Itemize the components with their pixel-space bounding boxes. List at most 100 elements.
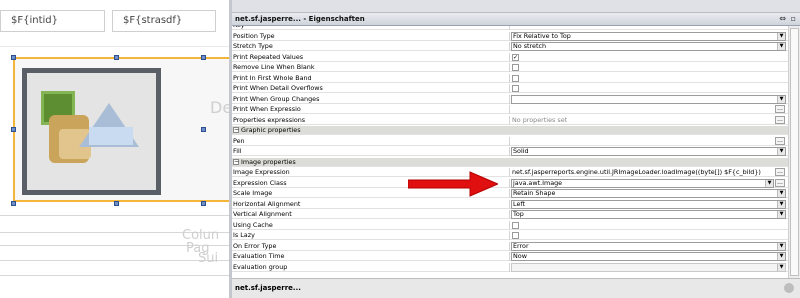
property-value-cell[interactable]: ... xyxy=(509,136,788,146)
property-row[interactable]: Evaluation Time Now ▼ xyxy=(232,252,788,261)
field-intid[interactable]: $F{intid} xyxy=(0,10,105,32)
value-dropdown[interactable]: No stretch ▼ xyxy=(511,42,786,51)
property-value-cell[interactable]: java.awt.Image ▼... xyxy=(509,178,788,188)
property-value-cell[interactable] xyxy=(509,26,788,30)
property-row[interactable]: Fill Solid ▼ xyxy=(232,147,788,156)
chevron-down-icon[interactable]: ▼ xyxy=(777,190,785,197)
value-dropdown[interactable]: Now ▼ xyxy=(511,252,786,261)
property-row[interactable]: Position Type Fix Relative to Top ▼ xyxy=(232,31,788,41)
property-row[interactable]: On Error Type Error ▼ xyxy=(232,241,788,251)
chevron-down-icon[interactable]: ▼ xyxy=(777,200,785,208)
property-row[interactable]: Vertical Alignment Top ▼ xyxy=(232,210,788,219)
property-row[interactable]: Is Lazy xyxy=(232,231,788,240)
property-value-cell[interactable]: ✓ xyxy=(509,52,788,62)
chevron-down-icon[interactable]: ▼ xyxy=(777,95,785,103)
property-row[interactable]: Print When Expressio... xyxy=(232,105,788,114)
property-value-cell[interactable]: Now ▼ xyxy=(509,252,788,261)
property-value-cell[interactable]: Left ▼ xyxy=(509,199,788,209)
chevron-down-icon[interactable]: ▼ xyxy=(777,242,785,250)
property-row[interactable]: Pen... xyxy=(232,136,788,146)
chevron-down-icon[interactable]: ▼ xyxy=(777,148,785,155)
property-row[interactable]: Expression Class java.awt.Image ▼... xyxy=(232,178,788,188)
property-row[interactable]: Print Repeated Values ✓ xyxy=(232,52,788,62)
property-value-cell[interactable]: No properties set... xyxy=(509,115,788,125)
ellipsis-button[interactable]: ... xyxy=(775,168,785,176)
report-design-canvas[interactable]: $F{intid} $F{strasdf} De Colun Pag Sui xyxy=(0,0,229,298)
property-value-cell[interactable]: Error ▼ xyxy=(509,241,788,251)
ellipsis-button[interactable]: ... xyxy=(775,115,785,124)
property-row[interactable]: Image Expression net.sf.jasperreports.eng… xyxy=(232,168,788,177)
property-value-cell[interactable]: ▼ xyxy=(509,94,788,104)
vertical-scrollbar[interactable] xyxy=(788,26,800,278)
property-value-cell[interactable] xyxy=(509,220,788,230)
property-row[interactable]: Horizontal Alignment Left ▼ xyxy=(232,199,788,209)
property-row[interactable]: Using Cache xyxy=(232,220,788,230)
property-value-cell[interactable] xyxy=(509,231,788,240)
property-value-cell[interactable]: ▼ xyxy=(509,262,788,272)
image-element[interactable] xyxy=(13,57,229,202)
ellipsis-button[interactable]: ... xyxy=(775,178,785,187)
property-value-cell[interactable] xyxy=(509,84,788,93)
property-value-cell[interactable]: Solid ▼ xyxy=(509,147,788,156)
value-dropdown[interactable]: Fix Relative to Top ▼ xyxy=(511,31,786,41)
chevron-down-icon[interactable]: ▼ xyxy=(777,211,785,218)
property-value-cell[interactable]: Top ▼ xyxy=(509,210,788,219)
property-category[interactable]: − Image properties xyxy=(232,157,788,167)
property-value-cell[interactable] xyxy=(509,63,788,72)
resize-handle-bottom-left[interactable] xyxy=(11,201,16,206)
value-dropdown[interactable]: Top ▼ xyxy=(511,210,786,219)
property-row[interactable]: Print In First Whole Band xyxy=(232,73,788,83)
property-name: Print When Group Changes xyxy=(233,95,509,104)
maximize-icon[interactable]: ⇔ xyxy=(779,14,786,23)
property-row[interactable]: Print When Detail Overflows xyxy=(232,84,788,93)
resize-handle-bottom[interactable] xyxy=(114,201,119,206)
checkbox[interactable] xyxy=(512,85,519,92)
resize-handle-top-left[interactable] xyxy=(11,55,16,60)
chevron-down-icon[interactable]: ▼ xyxy=(765,179,773,187)
property-label: Stretch Type xyxy=(233,42,273,50)
property-row[interactable]: Stretch Type No stretch ▼ xyxy=(232,42,788,51)
ellipsis-button[interactable]: ... xyxy=(775,136,785,145)
value-dropdown[interactable]: Left ▼ xyxy=(511,199,786,209)
resize-handle-left[interactable] xyxy=(11,127,16,132)
property-category[interactable]: − Graphic properties xyxy=(232,126,788,135)
property-value-cell[interactable]: net.sf.jasperreports.engine.util.JRImage… xyxy=(509,168,788,177)
value-dropdown[interactable]: Retain Shape ▼ xyxy=(511,189,786,198)
property-row[interactable]: Print When Group Changes ▼ xyxy=(232,94,788,104)
value-dropdown[interactable]: ▼ xyxy=(511,262,786,272)
chevron-down-icon[interactable]: ▼ xyxy=(777,32,785,40)
help-icon[interactable] xyxy=(784,283,794,293)
chevron-down-icon[interactable]: ▼ xyxy=(777,253,785,260)
collapse-icon[interactable]: − xyxy=(233,127,239,133)
property-row[interactable]: Properties expressions No properties set.… xyxy=(232,115,788,125)
chevron-down-icon[interactable]: ▼ xyxy=(777,43,785,50)
property-row[interactable]: Scale Image Retain Shape ▼ xyxy=(232,189,788,198)
ellipsis-button[interactable]: ... xyxy=(775,105,785,113)
collapse-icon[interactable]: − xyxy=(233,158,239,165)
scrollbar-thumb[interactable] xyxy=(790,28,799,276)
property-value-cell[interactable]: ... xyxy=(509,105,788,114)
checkbox[interactable] xyxy=(512,221,519,229)
field-strasdf[interactable]: $F{strasdf} xyxy=(112,10,216,32)
property-row[interactable]: Remove Line When Blank xyxy=(232,63,788,72)
resize-handle-top-right[interactable] xyxy=(201,55,206,60)
resize-handle-bottom-right[interactable] xyxy=(201,201,206,206)
resize-handle-top[interactable] xyxy=(114,55,119,60)
property-value-cell[interactable]: Retain Shape ▼ xyxy=(509,189,788,198)
checkbox[interactable]: ✓ xyxy=(512,53,519,61)
checkbox[interactable] xyxy=(512,232,519,239)
chevron-down-icon[interactable]: ▼ xyxy=(777,263,785,271)
resize-handle-right[interactable] xyxy=(201,127,206,132)
property-value-cell[interactable]: Fix Relative to Top ▼ xyxy=(509,31,788,41)
property-value-cell[interactable]: No stretch ▼ xyxy=(509,42,788,51)
value-dropdown[interactable]: Solid ▼ xyxy=(511,147,786,156)
property-row[interactable]: Evaluation group ▼ xyxy=(232,262,788,272)
value-dropdown[interactable]: ▼ xyxy=(511,94,786,104)
checkbox[interactable] xyxy=(512,64,519,71)
property-row[interactable]: Key xyxy=(232,26,788,30)
minimize-icon[interactable]: ▫ xyxy=(791,14,796,23)
value-dropdown[interactable]: java.awt.Image ▼ xyxy=(511,178,774,188)
property-value-cell[interactable] xyxy=(509,73,788,83)
value-dropdown[interactable]: Error ▼ xyxy=(511,241,786,251)
checkbox[interactable] xyxy=(512,74,519,82)
